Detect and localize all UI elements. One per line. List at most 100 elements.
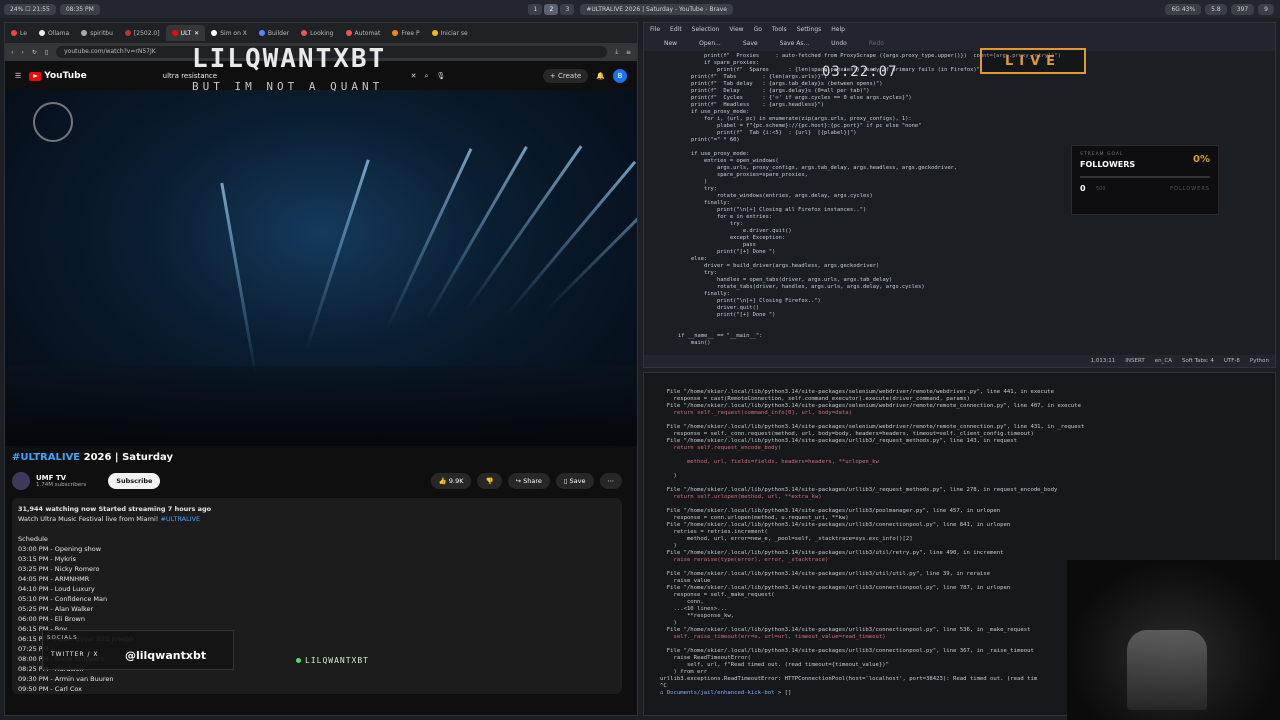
terminal-line: conn, bbox=[660, 599, 704, 605]
share-button[interactable]: ↪ Share bbox=[507, 473, 550, 489]
menu-selection[interactable]: Selection bbox=[692, 26, 720, 33]
terminal-line: ) bbox=[660, 473, 677, 479]
close-tab-icon[interactable]: ✕ bbox=[194, 30, 199, 37]
save-file-button[interactable]: Save bbox=[743, 40, 758, 47]
description-hashtag[interactable]: #ULTRALIVE bbox=[160, 515, 200, 523]
terminal-line: File "/home/skier/.local/lib/python3.14/… bbox=[660, 424, 1085, 430]
code-line: print(f" Headless : {args.headless}") bbox=[678, 102, 1275, 109]
reload-icon[interactable]: ↻ bbox=[32, 49, 37, 56]
editor-statusbar: 1,013:11 INSERT en_CA Soft Tabs: 4 UTF-8… bbox=[644, 355, 1275, 367]
terminal-line: return self._request(command_info[0], ur… bbox=[660, 410, 852, 416]
browser-tab[interactable]: Sim on X bbox=[205, 25, 253, 41]
browser-tab[interactable]: [2502.0] bbox=[119, 25, 166, 41]
workspace-2[interactable]: 2 bbox=[544, 3, 559, 15]
open-button[interactable]: Open... bbox=[699, 40, 721, 47]
video-player[interactable] bbox=[5, 90, 637, 446]
menu-edit[interactable]: Edit bbox=[670, 26, 682, 33]
channel-row: UMF TV 1.74M subscribers Subscribe 👍 9.9… bbox=[12, 470, 622, 492]
workspace-3[interactable]: 3 bbox=[560, 3, 575, 15]
create-button[interactable]: + Create bbox=[542, 69, 589, 83]
menu-tools[interactable]: Tools bbox=[772, 26, 787, 33]
hamburger-menu-icon[interactable]: ☰ bbox=[15, 72, 21, 80]
workspace-1[interactable]: 1 bbox=[528, 3, 543, 15]
menu-icon[interactable]: ≡ bbox=[626, 49, 631, 56]
schedule-item: 03:15 PM - Mykris bbox=[18, 555, 76, 563]
video-title: #ULTRALIVE 2026 | Saturday bbox=[12, 452, 173, 463]
menu-settings[interactable]: Settings bbox=[797, 26, 822, 33]
video-title-hashtag[interactable]: #ULTRALIVE bbox=[12, 452, 80, 463]
socials-platform: TWITTER / X bbox=[51, 651, 99, 658]
light-beam bbox=[305, 159, 370, 351]
dislike-button[interactable]: 👎 bbox=[477, 473, 502, 489]
spell-language[interactable]: en_CA bbox=[1155, 358, 1172, 364]
save-as-button[interactable]: Save As... bbox=[780, 40, 810, 47]
youtube-logo[interactable]: YouTube bbox=[29, 71, 87, 81]
account-avatar[interactable]: B bbox=[613, 69, 627, 83]
schedule-item: 03:00 PM - Opening show bbox=[18, 545, 102, 553]
code-line bbox=[678, 326, 1275, 333]
terminal-prompt[interactable]: ⌂ Documents/jail/enhanced-kick-bot > [] bbox=[660, 690, 1084, 697]
back-arrow-icon[interactable]: ‹ bbox=[11, 49, 13, 56]
notifications-bell-icon[interactable]: 🔔 bbox=[596, 72, 605, 80]
video-title-text: 2026 | Saturday bbox=[80, 452, 173, 463]
encoding[interactable]: UTF-8 bbox=[1224, 358, 1240, 364]
new-button[interactable]: New bbox=[664, 40, 677, 47]
mic-icon[interactable]: 🎙 bbox=[436, 72, 445, 80]
schedule-heading: Schedule bbox=[18, 535, 48, 543]
channel-avatar[interactable] bbox=[12, 472, 30, 490]
more-options-icon[interactable]: ⋯ bbox=[599, 473, 622, 489]
forward-arrow-icon[interactable]: › bbox=[21, 49, 23, 56]
clear-search-icon[interactable]: ✕ bbox=[411, 72, 417, 80]
terminal-line: File "/home/skier/.local/lib/python3.14/… bbox=[660, 487, 1058, 493]
indent-setting[interactable]: Soft Tabs: 4 bbox=[1182, 358, 1214, 364]
cpu-indicator[interactable]: 5.8 bbox=[1205, 3, 1227, 15]
code-line-text: driver.quit() bbox=[678, 305, 760, 311]
browser-tab[interactable]: Ollama bbox=[33, 25, 75, 41]
like-button[interactable]: 👍 9.9K bbox=[430, 473, 472, 489]
language-mode[interactable]: Python bbox=[1250, 358, 1269, 364]
redo-button[interactable]: Redo bbox=[869, 40, 884, 47]
browser-tab[interactable]: Looking bbox=[295, 25, 339, 41]
code-line-text: for e in entries: bbox=[678, 214, 773, 220]
tray-indicator[interactable]: 9 bbox=[1258, 3, 1274, 15]
terminal-line: self._raise_timeout(err=e, url=url, time… bbox=[660, 634, 886, 640]
subscribe-button[interactable]: Subscribe bbox=[108, 473, 161, 489]
undo-button[interactable]: Undo bbox=[831, 40, 847, 47]
workspace-switcher[interactable]: 1 2 3 bbox=[528, 3, 576, 15]
code-line-text: try: bbox=[678, 221, 743, 227]
youtube-favicon-icon bbox=[171, 30, 178, 36]
network-indicator[interactable]: 6G 43% bbox=[1165, 3, 1202, 15]
channel-name[interactable]: UMF TV bbox=[36, 474, 86, 482]
search-icon[interactable]: ⌕ bbox=[425, 72, 429, 81]
browser-tab[interactable]: Builder bbox=[253, 25, 295, 41]
code-line-text: if __name__ == "__main__": bbox=[678, 333, 763, 339]
system-top-bar: 24% ☐ 21:55 08:35 PM 1 2 3 #ULTRALIVE 20… bbox=[0, 0, 1280, 18]
terminal-line: urllib3.exceptions.ReadTimeoutError: HTT… bbox=[660, 676, 1038, 682]
tab-label: Automat bbox=[354, 29, 381, 37]
code-line: print(f" Tab delay : {args.tab_delay}s (… bbox=[678, 81, 1275, 88]
browser-tab[interactable]: spiritbu bbox=[75, 25, 119, 41]
bookmark-icon[interactable]: ▯ bbox=[45, 49, 48, 56]
light-beam bbox=[385, 148, 473, 331]
browser-tab-active[interactable]: ULT ✕ bbox=[165, 25, 206, 41]
menu-file[interactable]: File bbox=[650, 26, 660, 33]
tab-label: Free P bbox=[401, 29, 420, 37]
browser-tab[interactable]: Automat bbox=[340, 25, 387, 41]
socials-label: SOCIALS bbox=[47, 635, 78, 641]
menu-help[interactable]: Help bbox=[831, 26, 845, 33]
terminal-line: retries = retries.increment( bbox=[660, 529, 768, 535]
terminal-line: return self.urlopen(method, url, **extra… bbox=[660, 494, 822, 500]
code-line: print(f" Spares : {len(spare_proxies)} r… bbox=[678, 67, 1275, 74]
browser-tab[interactable]: Iniciar se bbox=[426, 25, 474, 41]
memory-indicator[interactable]: 397 bbox=[1230, 3, 1255, 15]
terminal-line: File "/home/skier/.local/lib/python3.14/… bbox=[660, 389, 1055, 395]
code-line: main() bbox=[678, 340, 1275, 347]
save-button[interactable]: ▯ Save bbox=[555, 473, 594, 489]
menu-go[interactable]: Go bbox=[754, 26, 762, 33]
browser-tab[interactable]: Free P bbox=[386, 25, 425, 41]
browser-tab[interactable]: Le bbox=[5, 25, 33, 41]
download-icon[interactable]: ⤓ bbox=[615, 48, 618, 56]
menu-view[interactable]: View bbox=[729, 26, 743, 33]
